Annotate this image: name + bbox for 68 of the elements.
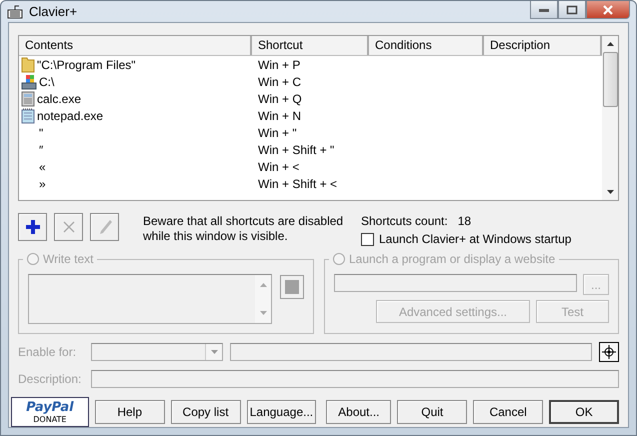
dialog-button[interactable]: Language... (246, 400, 316, 424)
dialog-button[interactable]: Quit (397, 400, 468, 424)
shortcut-keys: Win + N (258, 108, 302, 122)
count-label: Shortcuts count: (361, 214, 448, 228)
warning-text: Beware that all shortcuts are disabled while this window is visible. (143, 214, 344, 245)
scroll-down-icon[interactable] (606, 190, 614, 194)
entry-contents: "C:\Program Files" (37, 58, 136, 72)
entry-contents: ″ (39, 142, 44, 156)
keyboard-icon (7, 4, 23, 18)
entry-contents: notepad.exe (37, 108, 104, 122)
dialog-button[interactable]: Cancel (473, 400, 544, 424)
entry-contents: " (39, 126, 44, 140)
minimize-button[interactable] (530, 1, 558, 19)
close-icon (602, 4, 614, 14)
enable-for-label: Enable for: (18, 345, 78, 359)
startup-checkbox[interactable]: Launch Clavier+ at Windows startup (361, 232, 572, 246)
list-row[interactable]: "C:\Program Files" Win + P (19, 56, 602, 73)
pencil-icon (98, 219, 112, 235)
entry-contents: » (39, 176, 46, 190)
shortcut-keys: Win + Q (258, 92, 302, 106)
entry-contents: C:\ (39, 74, 54, 88)
shortcut-keys: Win + C (258, 74, 302, 88)
dialog-button[interactable]: Help (94, 400, 165, 424)
notepad-icon (21, 108, 35, 124)
shortcut-keys: Win + Shift + " (258, 142, 334, 156)
condition-field[interactable] (230, 343, 592, 361)
list-row[interactable]: ″ Win + Shift + " (19, 141, 602, 158)
maximize-icon (566, 4, 578, 14)
scroll-up-icon[interactable] (606, 42, 614, 46)
dialog-button[interactable]: Copy list (170, 400, 240, 424)
stop-button[interactable] (280, 275, 304, 299)
dialog-button[interactable]: OK (549, 400, 619, 424)
scroll-thumb[interactable] (602, 52, 618, 107)
program-field[interactable] (334, 274, 577, 292)
description-label: Description: (18, 372, 82, 386)
calculator-icon (21, 90, 35, 106)
paypal-donate-button[interactable]: PayPal DONATE (11, 397, 89, 427)
list-row[interactable]: « Win + < (19, 158, 602, 175)
column-header[interactable]: Shortcut (252, 36, 369, 55)
list-row[interactable]: C:\ Win + C (19, 73, 602, 90)
add-button[interactable] (18, 213, 47, 241)
description-field[interactable] (91, 370, 619, 388)
shortcut-keys: Win + < (258, 160, 300, 174)
count-value: 18 (458, 214, 472, 228)
list-row[interactable]: » Win + Shift + < (19, 175, 602, 192)
shortcut-keys: Win + Shift + < (258, 176, 338, 190)
list-row[interactable]: calc.exe Win + Q (19, 90, 602, 107)
minimize-icon (538, 6, 550, 12)
close-button[interactable] (586, 1, 630, 19)
dialog-button[interactable]: About... (326, 400, 392, 424)
column-header[interactable]: Contents (19, 36, 252, 55)
entry-contents: « (39, 160, 46, 174)
shortcut-keys: Win + " (258, 126, 297, 140)
enable-for-dropdown[interactable] (91, 343, 223, 361)
window-title: Clavier+ (29, 4, 78, 19)
maximize-button[interactable] (558, 1, 586, 19)
cross-icon (62, 221, 74, 233)
column-header[interactable]: Conditions (369, 36, 484, 55)
list-row[interactable]: notepad.exe Win + N (19, 107, 602, 124)
crosshair-button[interactable] (599, 342, 619, 362)
shortcut-keys: Win + P (258, 58, 300, 72)
scrollbar[interactable] (602, 36, 618, 200)
plus-icon (26, 220, 40, 234)
entry-contents: calc.exe (37, 92, 82, 106)
folder-icon (21, 56, 35, 72)
list-row[interactable]: " Win + " (19, 124, 602, 141)
dropdown-arrow-icon (210, 350, 218, 354)
drive-icon (21, 74, 37, 90)
